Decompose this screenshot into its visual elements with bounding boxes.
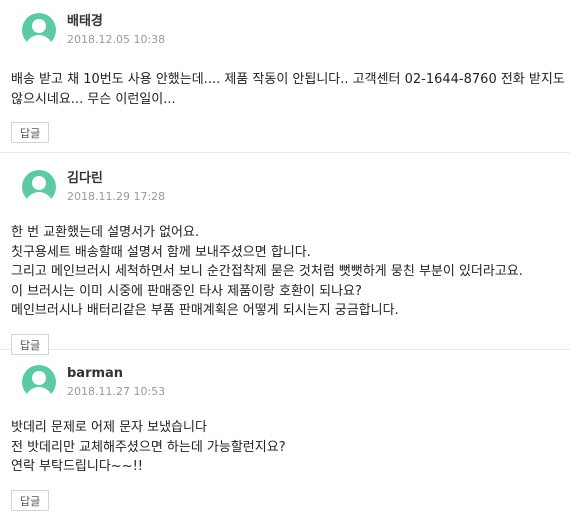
comment-meta: 배태경 2018.12.05 10:38 — [67, 13, 165, 48]
comment-item: barman 2018.11.27 10:53 밧데리 문제로 어제 문자 보냈… — [0, 350, 570, 512]
comment-text-line: 연락 부탁드립니다~~!! — [11, 459, 144, 474]
comment-meta: 김다린 2018.11.29 17:28 — [67, 170, 165, 205]
comment-text-line: 칫구용세트 배송할때 설명서 함께 보내주셨으면 합니다. — [11, 244, 311, 260]
comment-item: 김다린 2018.11.29 17:28 한 번 교환했는데 설명서가 없어요.… — [0, 153, 570, 355]
user-avatar-icon — [22, 13, 56, 47]
reply-button[interactable]: 답글 — [11, 122, 50, 143]
comment-text-line: 않으시네요... 무슨 이런일이... — [11, 91, 176, 107]
reply-button[interactable]: 답글 — [11, 489, 50, 511]
comment-header: 김다린 2018.11.29 17:28 — [11, 153, 570, 212]
comment-date: 2018.11.27 10:53 — [67, 385, 166, 398]
comment-author: 배태경 — [67, 14, 103, 29]
comment-text-line: 밧데리 문제로 어제 문자 보냈습니다 — [11, 420, 207, 435]
comment-text-line: 배송 받고 채 10번도 사용 안했는데.... 제품 작동이 안됩니다.. 고… — [11, 72, 565, 87]
comment-author: 김다린 — [67, 171, 103, 186]
comment-body: 밧데리 문제로 어제 문자 보냈습니다 전 밧데리만 교체해주셨으면 하는데 가… — [11, 418, 570, 477]
user-avatar-icon — [22, 365, 56, 399]
comment-item: 배태경 2018.12.05 10:38 배송 받고 채 10번도 사용 안했는… — [0, 0, 570, 153]
comment-author: barman — [67, 366, 124, 381]
user-avatar-icon — [22, 170, 56, 204]
comment-body: 배송 받고 채 10번도 사용 안했는데.... 제품 작동이 안됩니다.. 고… — [11, 70, 570, 109]
comment-header: barman 2018.11.27 10:53 — [11, 350, 570, 407]
comment-text-line: 이 브러시는 이미 시중에 판매중인 타사 제품이랑 호환이 되나요? — [11, 283, 362, 299]
comment-date: 2018.11.29 17:28 — [67, 190, 166, 203]
comment-date: 2018.12.05 10:38 — [67, 33, 166, 46]
comment-meta: barman 2018.11.27 10:53 — [67, 365, 165, 400]
comment-text-line: 메인브러시나 배터리같은 부품 판매계획은 어떻게 되시는지 궁금합니다. — [11, 303, 399, 318]
comment-body: 한 번 교환했는데 설명서가 없어요. 칫구용세트 배송할때 설명서 함께 보내… — [11, 223, 570, 321]
comment-list: 배태경 2018.12.05 10:38 배송 받고 채 10번도 사용 안했는… — [0, 0, 570, 512]
comment-text-line: 그리고 메인브러시 세척하면서 보니 순간접착제 묻은 것처럼 뻣뻣하게 뭉친 … — [11, 264, 523, 279]
comment-header: 배태경 2018.12.05 10:38 — [11, 0, 570, 55]
comment-text-line: 한 번 교환했는데 설명서가 없어요. — [11, 225, 200, 240]
comment-text-line: 전 밧데리만 교체해주셨으면 하는데 가능할런지요? — [11, 439, 286, 455]
